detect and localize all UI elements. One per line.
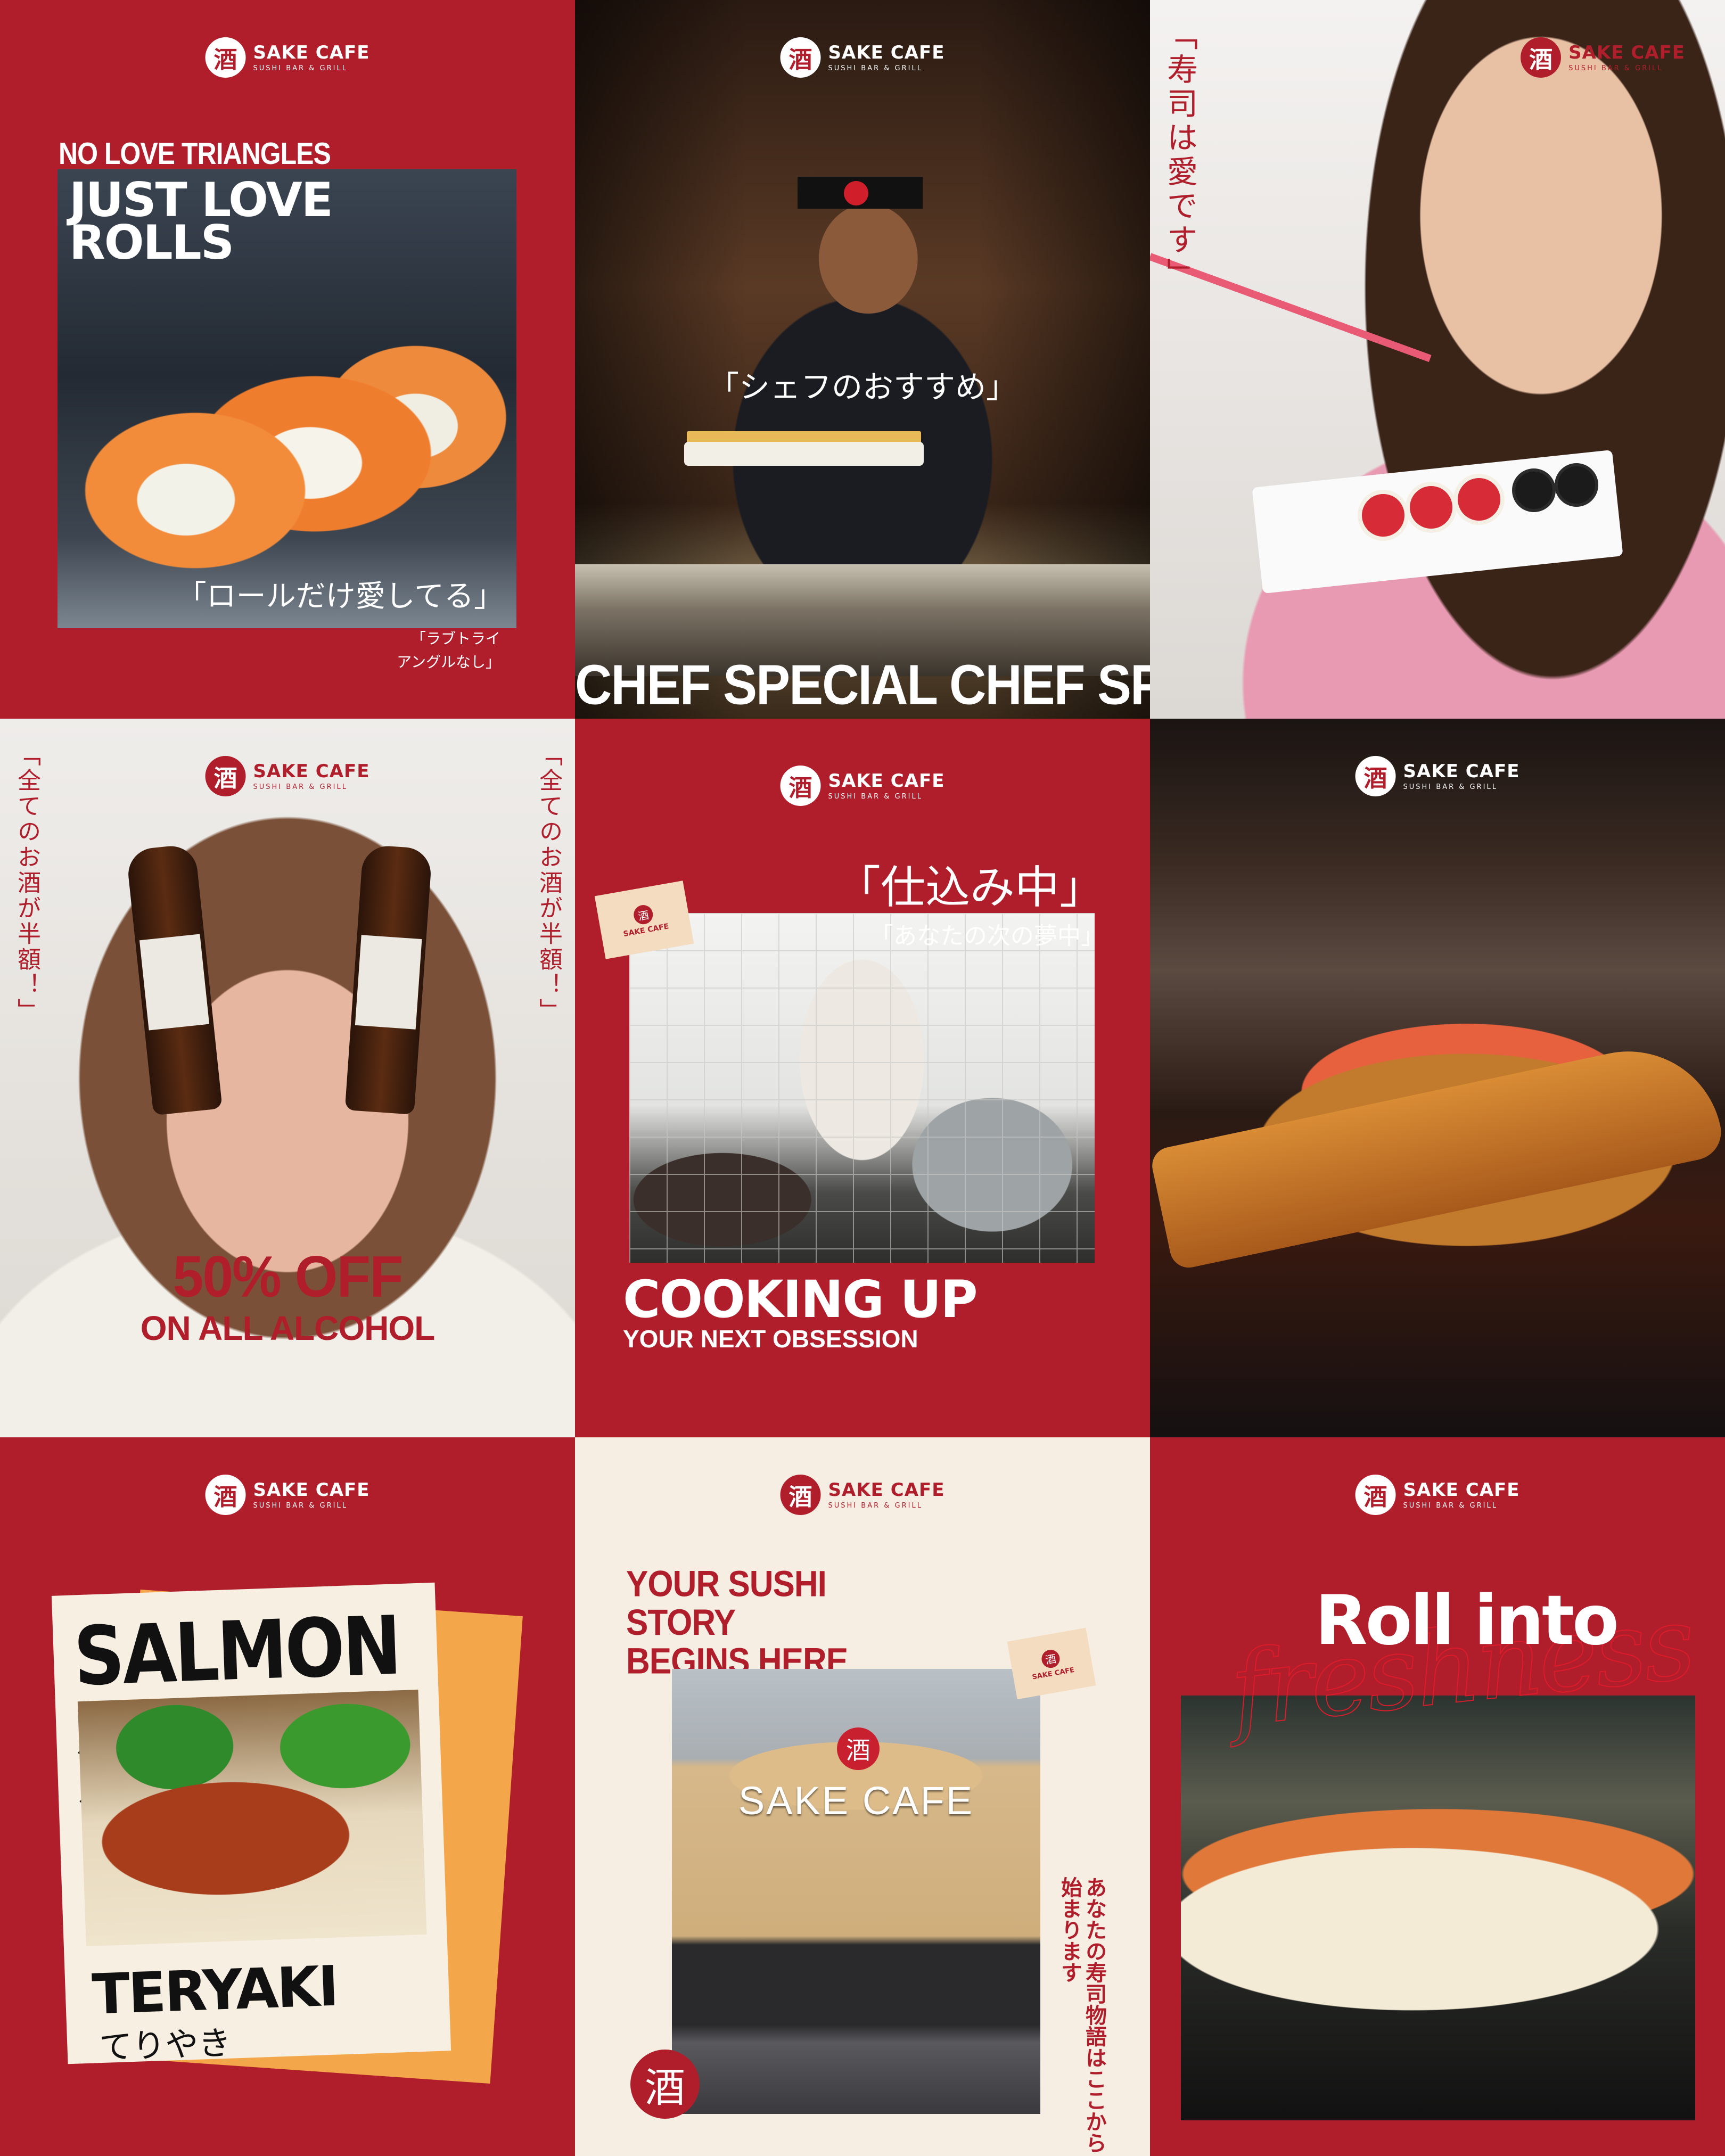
jp-vertical-right: 「全てのお酒が半額！」 xyxy=(535,743,562,1024)
teriyaki-jp: てりやき xyxy=(98,2023,232,2067)
sake-kanji-icon: 酒 xyxy=(780,1475,821,1515)
brand-name: SAKE CAFE xyxy=(253,42,370,63)
subline: YOUR NEXT OBSESSION xyxy=(623,1325,918,1353)
brand-subtitle: SUSHI BAR & GRILL xyxy=(253,64,348,72)
post-cooking-up[interactable]: 酒 SAKE CAFE SUSHI BAR & GRILL 「仕込み中」 「あな… xyxy=(575,719,1150,1437)
social-post-grid: 酒 SAKE CAFE SUSHI BAR & GRILL NO LOVE TR… xyxy=(0,0,1725,2156)
brand-subtitle: SUSHI BAR & GRILL xyxy=(828,792,923,801)
maki-roll xyxy=(1512,468,1556,512)
headline: COOKING UP xyxy=(623,1270,978,1329)
sake-kanji-icon: 酒 xyxy=(1355,756,1396,796)
brand-name: SAKE CAFE xyxy=(253,1479,370,1501)
jp-caption: 「シェフのおすすめ」 xyxy=(708,369,1017,405)
sake-kanji-icon: 酒 xyxy=(1040,1648,1062,1669)
post-roll-into-freshness[interactable]: 酒 SAKE CAFE SUSHI BAR & GRILL freshness … xyxy=(1150,1437,1725,2156)
headline-line-1: YOUR SUSHI xyxy=(626,1563,827,1604)
offer-percent: 50% OFF xyxy=(172,1245,404,1310)
storefront-sign: SAKE CAFE xyxy=(738,1779,974,1823)
headline-line-2: STORY xyxy=(626,1602,736,1643)
brand-logo: 酒 SAKE CAFE SUSHI BAR & GRILL xyxy=(205,1475,370,1515)
sake-kanji-icon: 酒 xyxy=(205,756,246,796)
sake-kanji-icon: 酒 xyxy=(630,2050,700,2119)
menu-card: SALMON 鮭 TERYAKI てりやき xyxy=(51,1582,451,2067)
brand-subtitle: SUSHI BAR & GRILL xyxy=(828,64,923,72)
sushi-roll-photo xyxy=(1181,1696,1695,2120)
brand-name: SAKE CAFE xyxy=(828,770,945,792)
brand-subtitle: SUSHI BAR & GRILL xyxy=(1403,783,1498,791)
jp-small-caption: 「ラブトライ アングルなし」 xyxy=(397,627,500,674)
brand-logo: 酒 SAKE CAFE SUSHI BAR & GRILL xyxy=(1521,37,1685,78)
brand-logo: 酒 SAKE CAFE SUSHI BAR & GRILL xyxy=(780,37,945,78)
sake-kanji-icon: 酒 xyxy=(632,903,655,926)
salmon-dish-photo xyxy=(77,1689,427,1946)
brand-stamp: 酒 SAKE CAFE xyxy=(1007,1627,1096,1700)
headline: Roll into xyxy=(1315,1581,1619,1660)
offer-subline: ON ALL ALCOHOL xyxy=(140,1309,435,1347)
brand-name: SAKE CAFE xyxy=(1568,42,1685,63)
kitchen-photo xyxy=(629,913,1095,1263)
maki-roll xyxy=(1555,463,1598,507)
serving-plate xyxy=(684,442,924,466)
sushi-roll xyxy=(1358,490,1409,541)
sushi-roll xyxy=(1453,474,1505,525)
post-just-love-rolls[interactable]: 酒 SAKE CAFE SUSHI BAR & GRILL NO LOVE TR… xyxy=(0,0,575,719)
headband-red-dot xyxy=(844,181,868,205)
brand-name: SAKE CAFE xyxy=(1403,760,1520,782)
jp-headline: 「ロールだけ愛してる」 xyxy=(176,579,504,614)
sake-kanji-icon: 酒 xyxy=(205,1475,246,1515)
brand-name: SAKE CAFE xyxy=(253,760,370,782)
brand-logo: 酒 SAKE CAFE SUSHI BAR & GRILL xyxy=(780,1475,945,1515)
brand-logo: 酒 SAKE CAFE SUSHI BAR & GRILL xyxy=(205,37,370,78)
brand-logo: 酒 SAKE CAFE SUSHI BAR & GRILL xyxy=(1355,756,1520,796)
jp-vertical-left: 「全てのお酒が半額！」 xyxy=(13,743,40,1024)
sake-kanji-icon: 酒 xyxy=(780,37,821,78)
brand-subtitle: SUSHI BAR & GRILL xyxy=(253,1501,348,1510)
post-chef-special[interactable]: 酒 SAKE CAFE SUSHI BAR & GRILL 「シェフのおすすめ」… xyxy=(575,0,1150,719)
brand-name: SAKE CAFE xyxy=(828,42,945,63)
jp-headline: 「仕込み中」 xyxy=(835,861,1104,914)
jp-small-line-1: 「ラブトライ xyxy=(410,630,500,647)
brand-logo: 酒 SAKE CAFE SUSHI BAR & GRILL xyxy=(780,766,945,806)
sake-kanji-icon: 酒 xyxy=(1355,1475,1396,1515)
brand-subtitle: SUSHI BAR & GRILL xyxy=(253,783,348,791)
jp-small-line-2: アングルなし」 xyxy=(397,653,500,671)
kicker-text: NO LOVE TRIANGLES xyxy=(59,136,331,171)
post-sushi-is-love[interactable]: 酒 SAKE CAFE SUSHI BAR & GRILL 「寿司は愛です」 xyxy=(1150,0,1725,719)
post-alcohol-discount[interactable]: 酒 SAKE CAFE SUSHI BAR & GRILL 「全てのお酒が半額！… xyxy=(0,719,575,1437)
brand-subtitle: SUSHI BAR & GRILL xyxy=(828,1501,923,1510)
stamp-label: SAKE CAFE xyxy=(622,922,670,939)
chef-special-marquee: CHEF SPECIAL CHEF SPECIAL xyxy=(575,654,1150,717)
post-sushi-boat[interactable]: 酒 SAKE CAFE SUSHI BAR & GRILL xyxy=(1150,719,1725,1437)
sake-kanji-icon: 酒 xyxy=(780,766,821,806)
headline: JUST LOVE ROLLS xyxy=(69,177,333,270)
brand-logo: 酒 SAKE CAFE SUSHI BAR & GRILL xyxy=(1355,1475,1520,1515)
post-salmon-teriyaki[interactable]: 酒 SAKE CAFE SUSHI BAR & GRILL SALMON 鮭 T… xyxy=(0,1437,575,2156)
sushi-roll-photo: JUST LOVE ROLLS 「ロールだけ愛してる」 xyxy=(58,169,516,628)
jp-vertical-caption: あなたの寿司物語はここから始まります xyxy=(1057,1877,1106,2153)
sake-kanji-icon: 酒 xyxy=(1521,37,1562,78)
brand-name: SAKE CAFE xyxy=(1403,1479,1520,1501)
sake-kanji-icon: 酒 xyxy=(205,37,246,78)
jp-vertical-caption: 「寿司は愛です」 xyxy=(1162,19,1198,292)
sushi-roll xyxy=(1406,482,1457,533)
jp-subline: 「あなたの次の夢中」 xyxy=(870,923,1104,950)
stamp-label: SAKE CAFE xyxy=(1031,1666,1075,1682)
headline: YOUR SUSHI STORY BEGINS HERE xyxy=(626,1565,848,1681)
brand-name: SAKE CAFE xyxy=(828,1479,945,1501)
woman-eating-sushi-photo xyxy=(1150,0,1725,719)
storefront-photo: 酒 SAKE CAFE xyxy=(672,1669,1040,2114)
brand-subtitle: SUSHI BAR & GRILL xyxy=(1568,64,1663,72)
brand-logo: 酒 SAKE CAFE SUSHI BAR & GRILL xyxy=(205,756,370,796)
brand-subtitle: SUSHI BAR & GRILL xyxy=(1403,1501,1498,1510)
headline-line-2: ROLLS xyxy=(69,215,234,270)
storefront-logo-icon: 酒 xyxy=(837,1727,880,1770)
post-sushi-story[interactable]: 酒 SAKE CAFE SUSHI BAR & GRILL YOUR SUSHI… xyxy=(575,1437,1150,2156)
